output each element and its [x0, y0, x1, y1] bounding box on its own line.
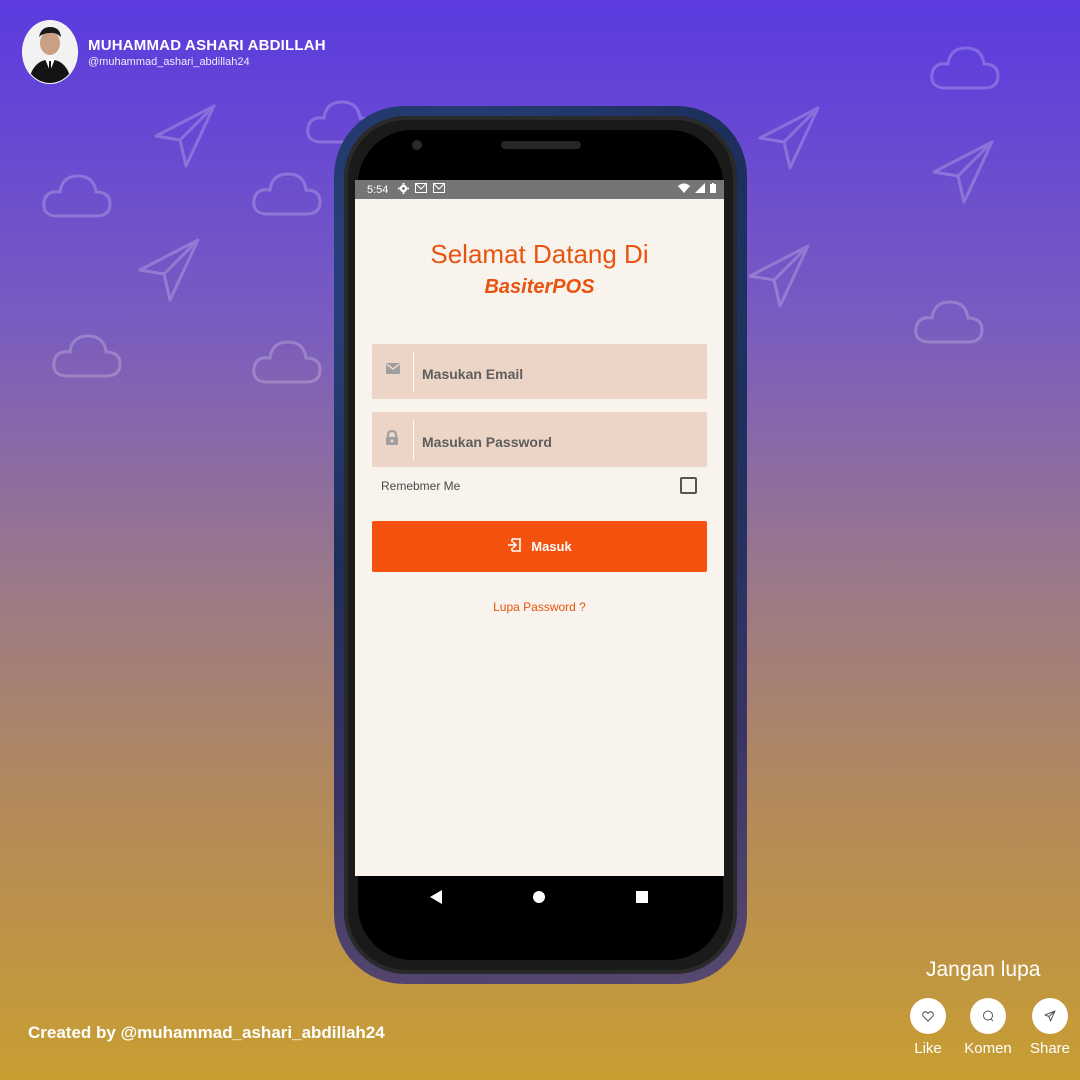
camera-icon [412, 140, 422, 150]
login-button-label: Masuk [531, 539, 572, 554]
recents-icon[interactable] [636, 891, 648, 903]
author-name: MUHAMMAD ASHARI ABDILLAH [88, 36, 326, 54]
remember-me-checkbox[interactable] [680, 477, 697, 494]
android-nav-bar [355, 876, 724, 918]
email-icon [385, 362, 401, 378]
send-icon [1032, 998, 1068, 1034]
settings-icon [398, 182, 410, 197]
comment-label: Komen [964, 1040, 1012, 1057]
battery-icon [710, 183, 716, 196]
comment-action[interactable]: Komen [958, 998, 1018, 1057]
paper-plane-icon [754, 102, 824, 174]
home-icon[interactable] [533, 891, 545, 903]
wifi-icon [678, 183, 690, 196]
remember-me-label: Remebmer Me [381, 479, 461, 493]
cloud-icon [50, 330, 124, 380]
author-header: MUHAMMAD ASHARI ABDILLAH @muhammad_ashar… [22, 20, 326, 84]
cloud-icon [250, 168, 324, 218]
paper-plane-icon [744, 240, 814, 312]
login-icon [507, 538, 522, 555]
paper-plane-icon [928, 136, 998, 208]
forgot-password-link[interactable]: Lupa Password ? [355, 600, 724, 614]
share-label: Share [1029, 1040, 1071, 1057]
signal-icon [695, 183, 705, 196]
speaker-grille [501, 141, 581, 149]
avatar [22, 20, 78, 84]
password-input[interactable] [420, 412, 695, 467]
back-icon[interactable] [430, 890, 442, 904]
author-handle: @muhammad_ashari_abdillah24 [88, 55, 250, 68]
login-button[interactable]: Masuk [372, 521, 707, 572]
cloud-icon [250, 336, 324, 386]
lock-icon [385, 429, 401, 446]
like-label: Like [914, 1040, 942, 1057]
status-bar: 5:54 [355, 180, 724, 199]
reminder-text: Jangan lupa [926, 958, 1041, 981]
password-field[interactable] [372, 412, 707, 467]
comment-icon [970, 998, 1006, 1034]
cloud-icon [40, 170, 114, 220]
created-by-text: Created by @muhammad_ashari_abdillah24 [28, 1023, 385, 1042]
cloud-icon [928, 42, 1002, 92]
email-field[interactable] [372, 344, 707, 399]
gmail-icon [433, 183, 446, 196]
paper-plane-icon [134, 234, 204, 306]
status-time: 5:54 [367, 183, 389, 196]
welcome-title: Selamat Datang Di [430, 239, 649, 269]
share-action[interactable]: Share [1020, 998, 1080, 1057]
heart-icon [910, 998, 946, 1034]
cloud-icon [912, 296, 986, 346]
brand-name: BasiterPOS [484, 276, 595, 298]
paper-plane-icon [150, 100, 220, 172]
gmail-icon [415, 183, 428, 196]
like-action[interactable]: Like [898, 998, 958, 1057]
app-screen: 5:54 Selamat Datang Di BasiterPOS Masuka… [355, 180, 724, 876]
email-input[interactable] [420, 344, 695, 399]
